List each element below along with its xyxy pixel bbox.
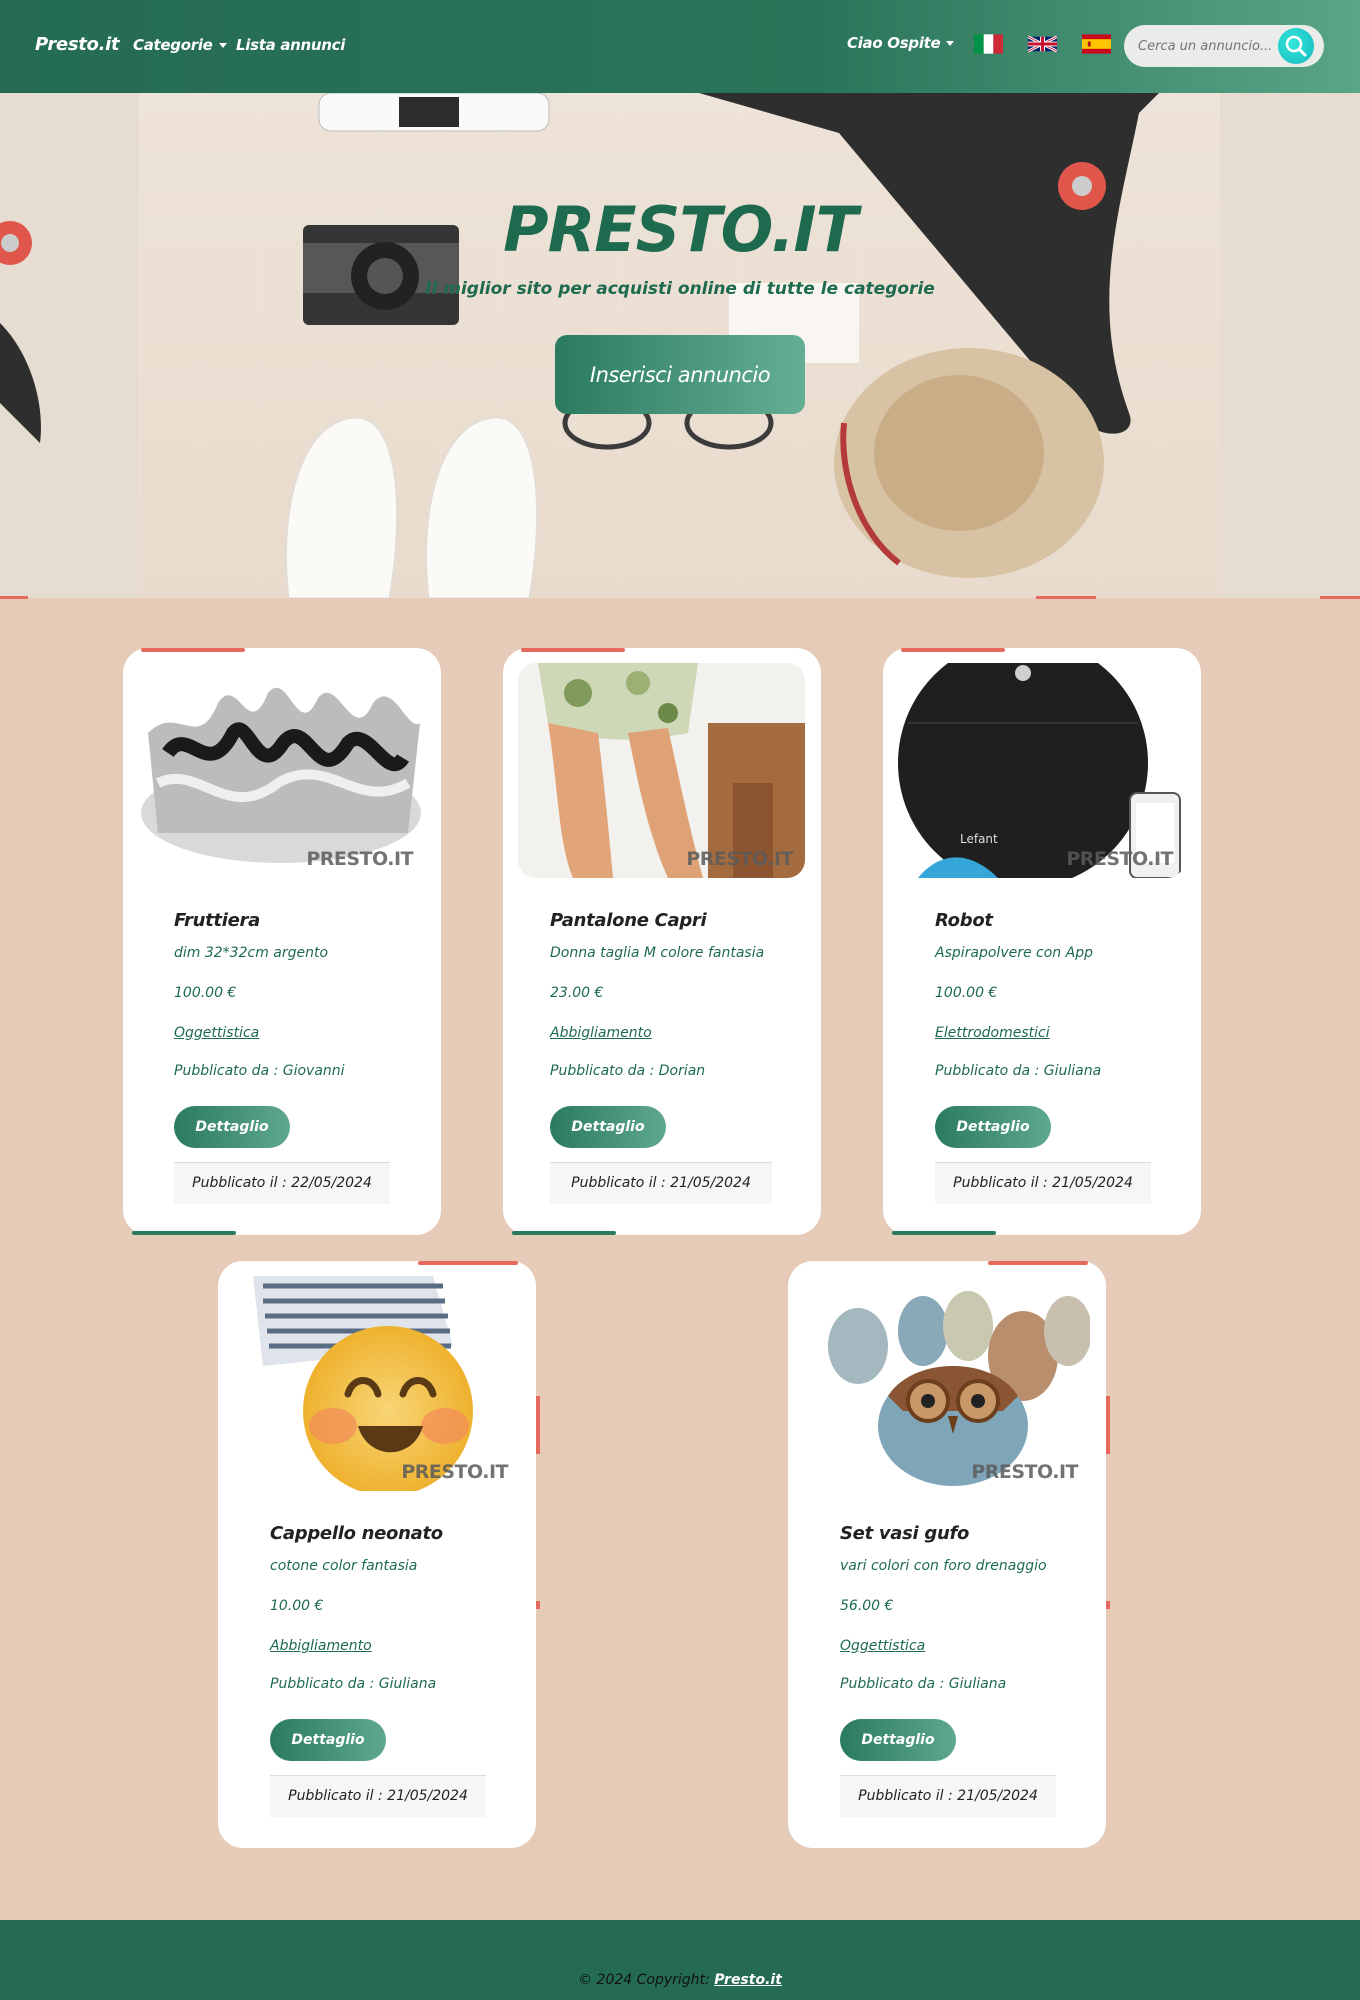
- listing-description: dim 32*32cm argento: [174, 945, 329, 961]
- site-footer: © 2024 Copyright: Presto.it: [0, 1920, 1360, 2000]
- listing-description: cotone color fantasia: [270, 1558, 418, 1574]
- footer-brand-link[interactable]: Presto.it: [714, 1972, 782, 1988]
- listing-body: Cappello neonato cotone color fantasia 1…: [270, 1523, 443, 1692]
- listing-image-fruit-bowl[interactable]: PRESTO.IT: [138, 663, 425, 878]
- user-dropdown[interactable]: Ciao Ospite: [847, 34, 955, 52]
- listing-title: Pantalone Capri: [550, 910, 707, 931]
- user-label: Ciao Ospite: [847, 34, 941, 52]
- listing-title: Fruttiera: [174, 910, 260, 931]
- copyright-text: © 2024 Copyright:: [578, 1972, 710, 1988]
- listing-category-link[interactable]: Oggettistica: [174, 1025, 259, 1041]
- listing-date: Pubblicato il : 21/05/2024: [550, 1162, 772, 1204]
- listing-body: Fruttiera dim 32*32cm argento 100.00 € O…: [174, 910, 345, 1079]
- search-input[interactable]: [1138, 36, 1278, 56]
- hero-section: PRESTO.IT Il miglior sito per acquisti o…: [0, 93, 1360, 598]
- listing-author: Pubblicato da : Giuliana: [270, 1676, 437, 1692]
- hero-subtitle: Il miglior sito per acquisti online di t…: [425, 279, 935, 299]
- listing-image-robot-vacuum[interactable]: Lefant PRESTO.IT: [898, 663, 1185, 878]
- brand-link[interactable]: Presto.it: [35, 34, 120, 55]
- listing-title: Set vasi gufo: [840, 1523, 970, 1544]
- search-icon: [1285, 35, 1307, 57]
- listing-card: PRESTO.IT Set vasi gufo vari colori con …: [788, 1261, 1110, 1848]
- listing-image-owl-vases[interactable]: PRESTO.IT: [803, 1276, 1090, 1491]
- chevron-down-icon: [946, 41, 955, 46]
- listing-card: PRESTO.IT Fruttiera dim 32*32cm argento …: [123, 648, 441, 1235]
- listing-date: Pubblicato il : 22/05/2024: [174, 1162, 390, 1204]
- listing-title: Robot: [935, 910, 993, 931]
- listing-date: Pubblicato il : 21/05/2024: [270, 1775, 486, 1817]
- categories-dropdown[interactable]: Categorie: [133, 36, 227, 54]
- listing-author: Pubblicato da : Giovanni: [174, 1063, 345, 1079]
- listing-description: Aspirapolvere con App: [935, 945, 1093, 961]
- listing-date: Pubblicato il : 21/05/2024: [935, 1162, 1151, 1204]
- listing-card: PRESTO.IT Cappello neonato cotone color …: [218, 1261, 540, 1848]
- detail-button[interactable]: Dettaglio: [550, 1106, 666, 1148]
- listing-category-link[interactable]: Abbigliamento: [270, 1638, 372, 1654]
- listing-image-capri-pants[interactable]: PRESTO.IT: [518, 663, 805, 878]
- listing-body: Pantalone Capri Donna taglia M colore fa…: [550, 910, 764, 1079]
- listing-date: Pubblicato il : 21/05/2024: [840, 1775, 1056, 1817]
- italian-flag-icon[interactable]: [974, 34, 1003, 54]
- listing-category-link[interactable]: Oggettistica: [840, 1638, 925, 1654]
- listing-body: Robot Aspirapolvere con App 100.00 € Ele…: [935, 910, 1101, 1079]
- listing-author: Pubblicato da : Giuliana: [935, 1063, 1102, 1079]
- chevron-down-icon: [218, 43, 227, 48]
- listing-price: 10.00 €: [270, 1598, 324, 1614]
- navbar: Presto.it Categorie Lista annunci Ciao O…: [0, 0, 1360, 93]
- insert-listing-button[interactable]: Inserisci annuncio: [555, 335, 805, 414]
- uk-flag-icon[interactable]: [1028, 34, 1057, 54]
- search-button[interactable]: [1278, 28, 1314, 64]
- listing-card: PRESTO.IT Pantalone Capri Donna taglia M…: [503, 648, 821, 1235]
- detail-button[interactable]: Dettaglio: [174, 1106, 290, 1148]
- listing-price: 23.00 €: [550, 985, 604, 1001]
- watermark: PRESTO.IT: [306, 848, 413, 870]
- listing-category-link[interactable]: Elettrodomestici: [935, 1025, 1050, 1041]
- listing-author: Pubblicato da : Dorian: [550, 1063, 706, 1079]
- categories-label: Categorie: [133, 36, 213, 54]
- detail-button[interactable]: Dettaglio: [270, 1719, 386, 1761]
- listings-link[interactable]: Lista annunci: [236, 36, 345, 54]
- listing-description: Donna taglia M colore fantasia: [550, 945, 765, 961]
- listing-image-baby-hat[interactable]: PRESTO.IT: [233, 1276, 520, 1491]
- watermark: PRESTO.IT: [971, 1461, 1078, 1483]
- listing-price: 56.00 €: [840, 1598, 894, 1614]
- listing-description: vari colori con foro drenaggio: [840, 1558, 1047, 1574]
- listing-body: Set vasi gufo vari colori con foro drena…: [840, 1523, 1047, 1692]
- search-box: [1124, 25, 1324, 67]
- listing-price: 100.00 €: [174, 985, 237, 1001]
- watermark: PRESTO.IT: [401, 1461, 508, 1483]
- svg-text:Lefant: Lefant: [960, 832, 998, 846]
- detail-button[interactable]: Dettaglio: [935, 1106, 1051, 1148]
- listing-category-link[interactable]: Abbigliamento: [550, 1025, 652, 1041]
- listing-author: Pubblicato da : Giuliana: [840, 1676, 1007, 1692]
- hero-title: PRESTO.IT: [503, 193, 858, 266]
- listing-title: Cappello neonato: [270, 1523, 443, 1544]
- listing-price: 100.00 €: [935, 985, 998, 1001]
- detail-button[interactable]: Dettaglio: [840, 1719, 956, 1761]
- spanish-flag-icon[interactable]: [1082, 34, 1111, 54]
- watermark: PRESTO.IT: [686, 848, 793, 870]
- watermark: PRESTO.IT: [1066, 848, 1173, 870]
- listing-card: Lefant PRESTO.IT Robot Aspirapolvere con…: [883, 648, 1201, 1235]
